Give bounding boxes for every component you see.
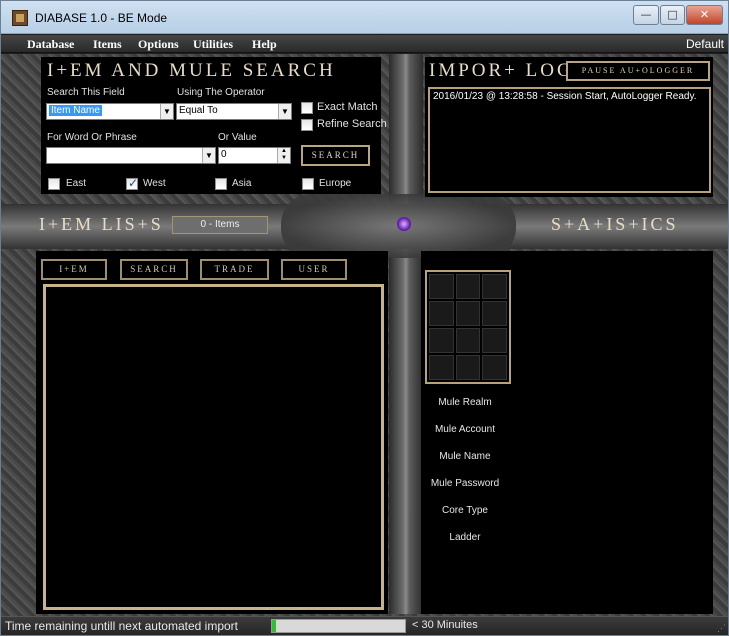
menu-bar: Database Items Options Utilities Help De… bbox=[1, 35, 728, 53]
search-heading: I+EM AND MULE SEARCH bbox=[47, 60, 336, 81]
app-icon bbox=[12, 10, 28, 26]
realm-west-label: West bbox=[143, 178, 166, 189]
exact-match-label: Exact Match bbox=[317, 101, 378, 113]
main-area: I+EM AND MULE SEARCH Search This Field I… bbox=[1, 54, 728, 616]
chevron-down-icon[interactable]: ▼ bbox=[160, 104, 173, 119]
chevron-down-icon[interactable]: ▼ bbox=[202, 148, 215, 163]
close-button[interactable]: ✕ bbox=[686, 5, 723, 25]
chevron-down-icon[interactable]: ▼ bbox=[278, 104, 291, 119]
stepper-arrows-icon[interactable]: ▲ ▼ bbox=[277, 148, 290, 163]
inventory-grid[interactable] bbox=[425, 270, 511, 384]
search-field-label: Search This Field bbox=[47, 87, 125, 98]
item-list-box[interactable] bbox=[43, 284, 384, 610]
realm-east-label: East bbox=[66, 178, 87, 189]
import-progress-fill bbox=[272, 620, 276, 632]
pause-autologger-button[interactable]: PAUSE AU+OLOGGER bbox=[566, 61, 710, 81]
menu-help[interactable]: Help bbox=[252, 37, 277, 52]
value-label: Or Value bbox=[218, 132, 257, 143]
title-bar[interactable]: DIABASE 1.0 - BE Mode — □ ✕ bbox=[1, 1, 728, 34]
realm-east-checkbox[interactable] bbox=[48, 178, 60, 190]
value-stepper[interactable]: 0 ▲ ▼ bbox=[218, 147, 291, 164]
app-window: DIABASE 1.0 - BE Mode — □ ✕ Database Ite… bbox=[0, 0, 729, 636]
search-button[interactable]: SEARCH bbox=[301, 145, 370, 166]
realm-europe-label: Europe bbox=[319, 178, 352, 189]
stat-mule-password: Mule Password bbox=[430, 478, 500, 489]
stat-mule-realm: Mule Realm bbox=[438, 397, 492, 408]
ornament-vertical bbox=[389, 54, 423, 614]
operator-select[interactable]: Equal To ▼ bbox=[176, 103, 292, 120]
word-label: For Word Or Phrase bbox=[47, 132, 137, 143]
import-log-box[interactable]: 2016/01/23 @ 13:28:58 - Session Start, A… bbox=[428, 87, 711, 193]
value-input[interactable]: 0 bbox=[221, 149, 227, 160]
gem-icon bbox=[397, 217, 411, 231]
realm-west-checkbox[interactable] bbox=[126, 176, 138, 190]
stat-mule-account: Mule Account bbox=[434, 424, 496, 435]
resize-grip-icon[interactable]: ⋰ bbox=[717, 623, 726, 634]
tab-trade[interactable]: TRADE bbox=[200, 259, 269, 280]
log-line: 2016/01/23 @ 13:28:58 - Session Start, A… bbox=[433, 91, 697, 102]
realm-asia-checkbox[interactable] bbox=[215, 178, 227, 190]
refine-search-label: Refine Search bbox=[317, 118, 387, 130]
import-progress-bar bbox=[271, 619, 406, 633]
import-log-heading: IMPOR+ LOG bbox=[429, 60, 574, 81]
window-title: DIABASE 1.0 - BE Mode bbox=[35, 11, 168, 25]
menu-database[interactable]: Database bbox=[27, 37, 74, 52]
operator-value: Equal To bbox=[179, 105, 218, 116]
status-right-text: < 30 Minuites bbox=[412, 619, 478, 631]
stat-mule-name: Mule Name bbox=[439, 451, 491, 462]
tab-search[interactable]: SEARCH bbox=[120, 259, 188, 280]
tab-item[interactable]: I+EM bbox=[41, 259, 107, 280]
search-field-value: Item Name bbox=[49, 105, 102, 116]
status-left-text: Time remaining untill next automated imp… bbox=[5, 619, 238, 633]
profile-menu[interactable]: Default bbox=[686, 37, 724, 51]
realm-europe-checkbox[interactable] bbox=[302, 178, 314, 190]
operator-label: Using The Operator bbox=[177, 87, 265, 98]
status-bar: Time remaining untill next automated imp… bbox=[1, 616, 728, 635]
exact-match-checkbox[interactable] bbox=[301, 102, 313, 114]
minimize-button[interactable]: — bbox=[633, 5, 659, 25]
realm-asia-label: Asia bbox=[232, 178, 252, 189]
menu-options[interactable]: Options bbox=[138, 37, 179, 52]
item-lists-heading: I+EM LIS+S bbox=[39, 214, 164, 234]
stat-ladder: Ladder bbox=[449, 532, 481, 543]
word-phrase-input[interactable]: ▼ bbox=[46, 147, 216, 164]
menu-utilities[interactable]: Utilities bbox=[193, 37, 233, 52]
menu-items[interactable]: Items bbox=[93, 37, 122, 52]
search-field-select[interactable]: Item Name ▼ bbox=[46, 103, 174, 120]
refine-search-checkbox[interactable] bbox=[301, 119, 313, 131]
item-count-badge: 0 - Items bbox=[172, 216, 268, 234]
stat-core-type: Core Type bbox=[442, 505, 488, 516]
maximize-button[interactable]: □ bbox=[660, 5, 685, 25]
tab-user[interactable]: USER bbox=[281, 259, 347, 280]
statistics-heading: S+A+IS+ICS bbox=[551, 214, 679, 234]
